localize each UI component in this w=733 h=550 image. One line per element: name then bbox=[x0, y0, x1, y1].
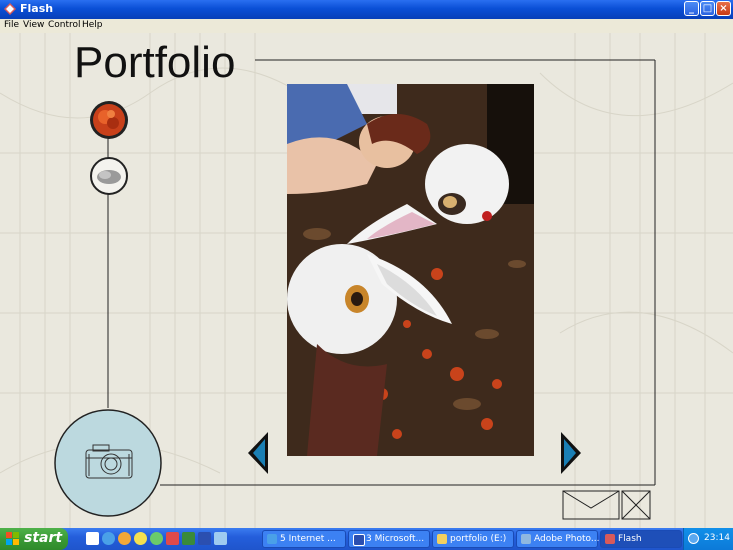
close-button[interactable]: × bbox=[716, 1, 731, 16]
portfolio-photo bbox=[287, 84, 534, 456]
player-quicklaunch-icon[interactable] bbox=[150, 532, 163, 545]
taskbar: start 5 Internet ... 3 Microsoft... port… bbox=[0, 528, 733, 550]
chrome-quicklaunch-icon[interactable] bbox=[134, 532, 147, 545]
next-arrow-button[interactable] bbox=[559, 431, 583, 475]
task-microsoft-word[interactable]: 3 Microsoft... bbox=[348, 530, 430, 548]
media-quicklaunch-icon[interactable] bbox=[118, 532, 131, 545]
ie-icon bbox=[267, 534, 277, 544]
window-title: Flash bbox=[20, 2, 54, 15]
start-label: start bbox=[24, 530, 63, 546]
ie-quicklaunch-icon[interactable] bbox=[102, 532, 115, 545]
photo-image bbox=[287, 84, 534, 456]
envelope-icon[interactable] bbox=[562, 490, 620, 520]
flash-stage: Portfolio bbox=[0, 33, 733, 528]
task-flash[interactable]: Flash bbox=[600, 530, 682, 548]
word2-quicklaunch-icon[interactable] bbox=[198, 532, 211, 545]
thumbnail-orange-button[interactable] bbox=[89, 100, 129, 140]
windows-flag-icon bbox=[6, 532, 19, 545]
previous-arrow-button[interactable] bbox=[246, 431, 270, 475]
word-icon bbox=[353, 534, 365, 546]
camera-icon[interactable] bbox=[53, 408, 163, 518]
menu-bar: File View Control Help bbox=[0, 19, 733, 33]
menu-file[interactable]: File bbox=[4, 20, 19, 30]
maximize-button[interactable]: □ bbox=[700, 1, 715, 16]
close-box-icon[interactable] bbox=[621, 490, 651, 520]
minimize-button[interactable]: _ bbox=[684, 1, 699, 16]
photoshop-icon bbox=[521, 534, 531, 544]
folder-icon bbox=[437, 534, 447, 544]
flash-icon bbox=[605, 534, 615, 544]
system-tray: 23:14 bbox=[683, 528, 733, 550]
tray-icon[interactable] bbox=[688, 533, 699, 544]
app3-quicklaunch-icon[interactable] bbox=[214, 532, 227, 545]
menu-control[interactable]: Control bbox=[48, 20, 81, 30]
task-portfolio-folder[interactable]: portfolio (E:) bbox=[432, 530, 514, 548]
task-internet-explorer[interactable]: 5 Internet ... bbox=[262, 530, 346, 548]
app-quicklaunch-icon[interactable] bbox=[166, 532, 179, 545]
window-title-bar[interactable]: Flash _ □ × bbox=[0, 0, 733, 19]
menu-view[interactable]: View bbox=[23, 20, 44, 30]
flash-app-icon bbox=[4, 3, 16, 15]
thumbnail-grey-button[interactable] bbox=[89, 156, 129, 196]
clock: 23:14 bbox=[704, 533, 730, 543]
word-quicklaunch-icon[interactable] bbox=[86, 532, 99, 545]
menu-help[interactable]: Help bbox=[82, 20, 103, 30]
app2-quicklaunch-icon[interactable] bbox=[182, 532, 195, 545]
task-adobe-photoshop[interactable]: Adobe Photo... bbox=[516, 530, 599, 548]
start-button[interactable]: start bbox=[0, 528, 68, 550]
